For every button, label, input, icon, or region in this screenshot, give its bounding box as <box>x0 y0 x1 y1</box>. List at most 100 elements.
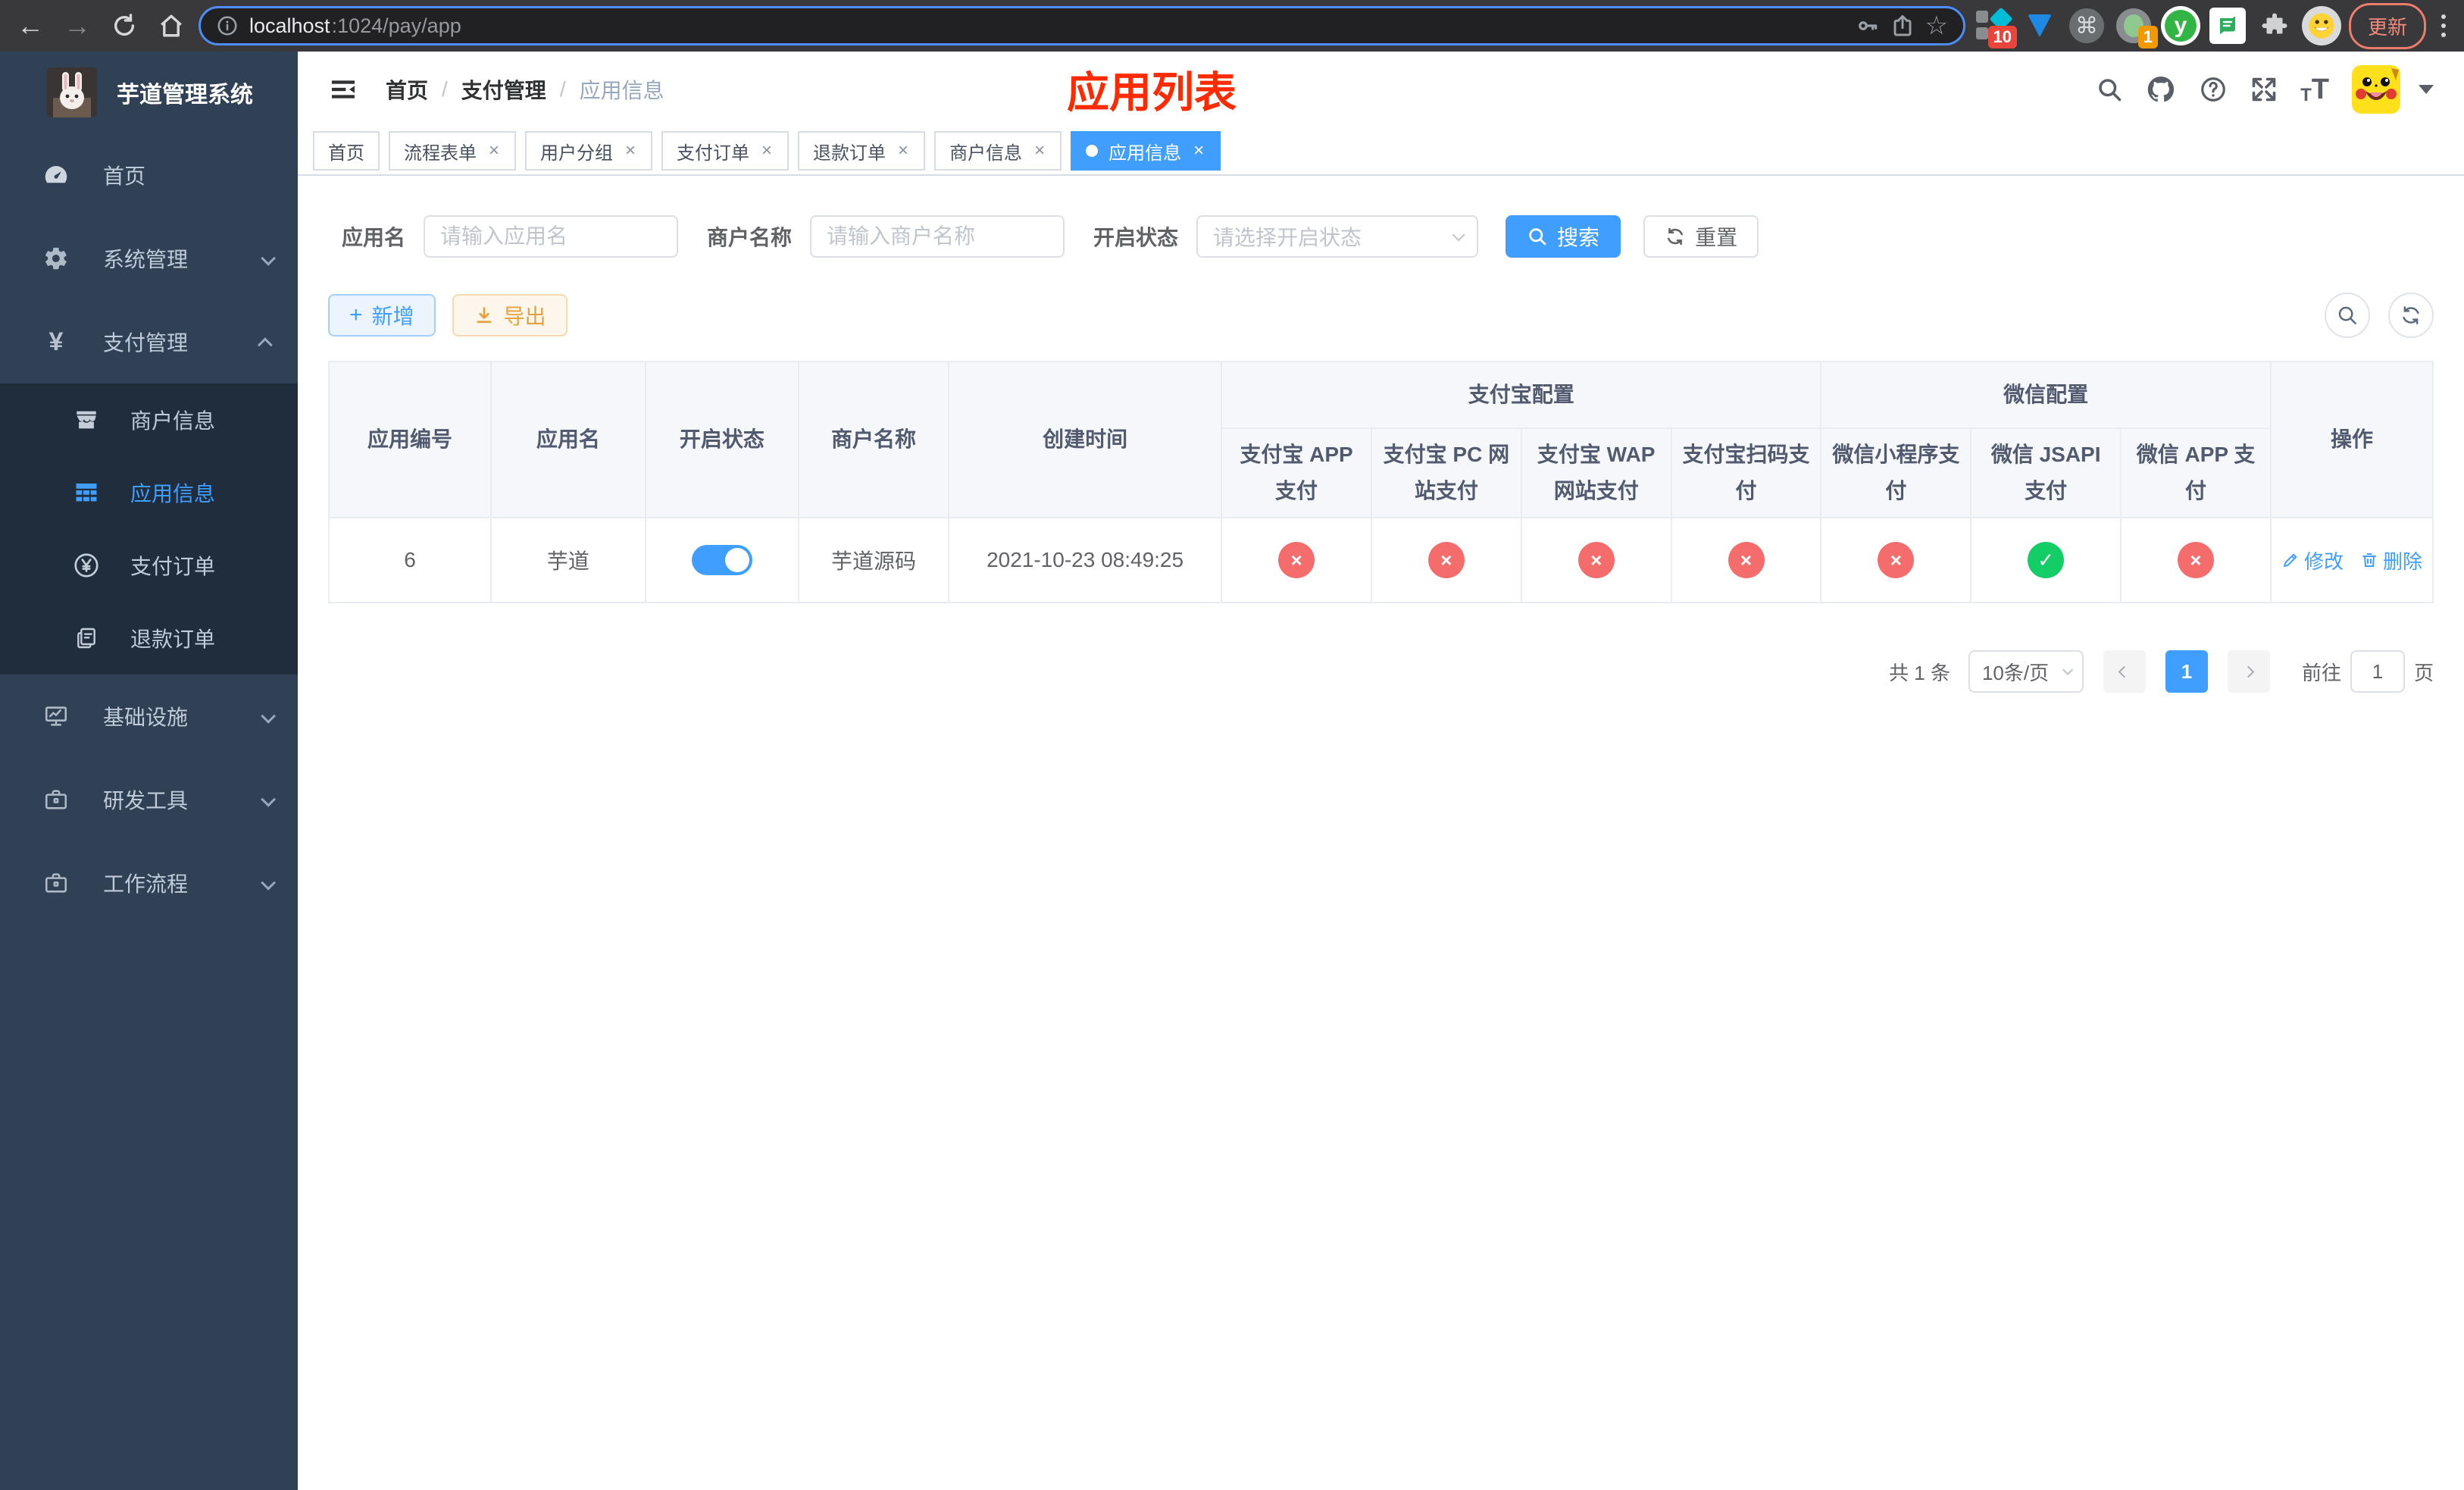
breadcrumb-current: 应用信息 <box>579 79 664 102</box>
close-icon[interactable]: × <box>487 140 501 161</box>
prev-page-button[interactable] <box>2103 650 2146 693</box>
sidebar-item-app-info[interactable]: 应用信息 <box>0 456 298 529</box>
status-toggle[interactable] <box>691 545 752 575</box>
chevron-left-icon <box>2118 665 2131 678</box>
user-avatar[interactable] <box>2352 65 2400 114</box>
page-number[interactable]: 1 <box>2165 650 2208 693</box>
channel-status-icon: × <box>1878 542 1915 578</box>
plus-icon: + <box>349 302 363 327</box>
status-label: 开启状态 <box>1093 226 1179 249</box>
chevron-up-icon <box>257 337 273 353</box>
browser-home-button[interactable] <box>152 6 191 45</box>
back-icon: ← <box>17 10 44 41</box>
sidebar-item-workflow[interactable]: 工作流程 <box>0 841 298 925</box>
close-icon[interactable]: × <box>624 140 637 161</box>
page-content: 应用名 商户名称 开启状态 请选择开启状态 搜索 重置 <box>298 176 2464 1490</box>
extension-chat-icon[interactable] <box>2208 5 2247 47</box>
tab-process-form[interactable]: 流程表单 × <box>389 131 517 171</box>
tab-refund-order[interactable]: 退款订单 × <box>798 131 926 171</box>
tab-home[interactable]: 首页 <box>313 131 380 171</box>
sidebar-item-pay-order[interactable]: 支付订单 <box>0 529 298 602</box>
delete-link[interactable]: 删除 <box>2360 546 2422 574</box>
help-icon[interactable] <box>2199 75 2228 104</box>
profile-avatar-icon[interactable] <box>2301 5 2341 47</box>
shop-icon <box>73 407 100 433</box>
browser-chrome: ← → localhost:1024/pay/app ☆ 10 ⌘ 1 y 更… <box>0 0 2464 52</box>
col-alipay-pc: 支付宝 PC 网站支付 <box>1370 427 1522 518</box>
password-key-icon[interactable] <box>1856 14 1880 38</box>
group-alipay: 支付宝配置 <box>1221 361 1822 429</box>
close-icon[interactable]: × <box>1033 140 1046 161</box>
add-button[interactable]: + 新增 <box>328 294 436 337</box>
font-size-icon[interactable]: TT <box>2300 74 2329 106</box>
close-icon[interactable]: × <box>896 140 910 161</box>
extension-gem-icon[interactable] <box>2020 5 2059 47</box>
tab-app-info[interactable]: 应用信息 × <box>1071 131 1221 171</box>
sidebar-collapse-icon[interactable] <box>321 67 366 112</box>
cell-app-id: 6 <box>328 517 492 603</box>
extensions-puzzle-icon[interactable] <box>2255 5 2294 47</box>
browser-reload-button[interactable] <box>105 6 144 45</box>
tags-view: 首页 流程表单 × 用户分组 × 支付订单 × 退款订单 × 商户信息 × 应用信息 × <box>298 127 2464 176</box>
col-created: 创建时间 <box>948 361 1223 518</box>
url-path: :1024/pay/app <box>331 14 461 37</box>
avatar-caret-icon[interactable] <box>2419 85 2434 94</box>
search-form: 应用名 商户名称 开启状态 请选择开启状态 搜索 重置 <box>328 215 2434 258</box>
address-bar[interactable]: localhost:1024/pay/app ☆ <box>199 6 1965 45</box>
browser-menu-icon[interactable] <box>2434 14 2453 37</box>
extension-sketch-icon[interactable]: 10 <box>1973 5 2017 49</box>
share-icon[interactable] <box>1890 14 1915 38</box>
tab-merchant-info[interactable]: 商户信息 × <box>934 131 1062 171</box>
reset-button[interactable]: 重置 <box>1643 215 1759 258</box>
document-copy-icon <box>73 626 100 650</box>
sidebar-item-label: 应用信息 <box>130 482 216 506</box>
sidebar-item-refund-order[interactable]: 退款订单 <box>0 602 298 675</box>
sidebar-item-dev-tools[interactable]: 研发工具 <box>0 758 298 841</box>
close-icon[interactable]: × <box>1192 140 1205 161</box>
breadcrumb: 首页 / 支付管理 / 应用信息 <box>386 74 664 105</box>
sidebar-item-infra[interactable]: 基础设施 <box>0 675 298 758</box>
tab-pay-order[interactable]: 支付订单 × <box>661 131 790 171</box>
briefcase-icon <box>42 870 70 896</box>
sidebar-item-home[interactable]: 首页 <box>0 133 298 217</box>
merchant-name-input[interactable] <box>810 215 1065 258</box>
browser-forward-button[interactable]: → <box>58 6 97 45</box>
browser-back-button[interactable]: ← <box>11 6 50 45</box>
sidebar-item-merchant-info[interactable]: 商户信息 <box>0 383 298 456</box>
sidebar-item-system[interactable]: 系统管理 <box>0 217 298 300</box>
extension-recorder-icon[interactable]: 1 <box>2114 5 2158 49</box>
next-page-button[interactable] <box>2227 650 2270 693</box>
search-button[interactable]: 搜索 <box>1506 215 1621 258</box>
github-icon[interactable] <box>2146 74 2176 105</box>
site-info-icon[interactable] <box>216 14 239 37</box>
sidebar: 芋道管理系统 首页 系统管理 ¥ 支付管理 商户信息 应用信息 支付订单 退款订… <box>0 52 298 1490</box>
goto-page-input[interactable] <box>2350 650 2405 693</box>
toggle-search-button[interactable] <box>2325 293 2370 338</box>
close-icon[interactable]: × <box>760 140 774 161</box>
refresh-table-button[interactable] <box>2388 293 2434 338</box>
extension-y-icon[interactable]: y <box>2160 5 2200 47</box>
download-icon <box>476 307 492 324</box>
browser-update-button[interactable]: 更新 <box>2348 2 2426 49</box>
goto-label: 前往 <box>2301 661 2341 684</box>
refresh-icon <box>1668 227 1684 246</box>
breadcrumb-home[interactable]: 首页 <box>386 74 428 105</box>
page-size-select[interactable]: 10条/页 <box>1968 650 2084 693</box>
tab-user-group[interactable]: 用户分组 × <box>525 131 653 171</box>
total-count: 共 1 条 <box>1889 661 1950 684</box>
sidebar-item-payment[interactable]: ¥ 支付管理 <box>0 300 298 383</box>
fullscreen-icon[interactable] <box>2250 76 2278 103</box>
edit-link[interactable]: 修改 <box>2281 546 2344 574</box>
dashboard-icon <box>42 161 70 189</box>
table-row: 6 芋道 芋道源码 2021-10-23 08:49:25 × × × × × … <box>328 517 2434 603</box>
breadcrumb-payment[interactable]: 支付管理 <box>461 74 546 105</box>
extension-cmd-icon[interactable]: ⌘ <box>2067 5 2106 47</box>
export-button[interactable]: 导出 <box>452 294 568 337</box>
sidebar-logo[interactable]: 芋道管理系统 <box>0 52 298 133</box>
bookmark-star-icon[interactable]: ☆ <box>1925 11 1948 41</box>
cell-merchant: 芋道源码 <box>797 517 950 603</box>
app-name-input[interactable] <box>424 215 679 258</box>
header-search-icon[interactable] <box>2096 76 2123 103</box>
col-status: 开启状态 <box>644 361 799 518</box>
status-select[interactable]: 请选择开启状态 <box>1196 215 1479 258</box>
